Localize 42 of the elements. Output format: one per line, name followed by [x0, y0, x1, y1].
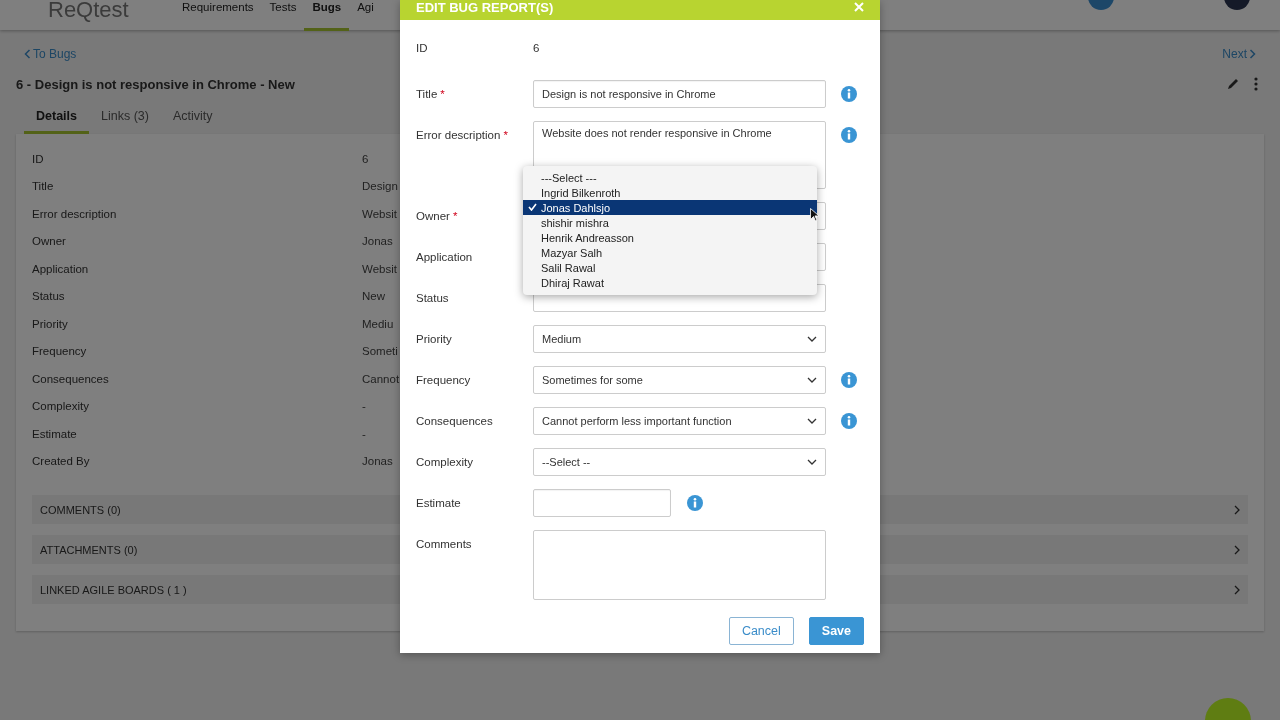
- detail-value: -: [362, 427, 366, 440]
- field-label: Application: [416, 250, 474, 265]
- field-label: Comments: [416, 537, 473, 552]
- detail-label: Application: [32, 262, 90, 275]
- field-label: ID: [416, 41, 429, 56]
- detail-label: Estimate: [32, 427, 78, 440]
- field-label: Priority: [416, 332, 453, 347]
- detail-label: Error description: [32, 207, 118, 220]
- detail-value: 6: [362, 152, 369, 165]
- detail-value: Design: [362, 180, 398, 193]
- detail-value: Websit: [362, 207, 397, 220]
- detail-value: Jonas: [362, 455, 393, 468]
- detail-label: Created By: [32, 455, 91, 468]
- detail-label: ID: [32, 152, 45, 165]
- dialog-title: EDIT BUG REPORT(S): [416, 0, 554, 15]
- detail-label: Priority: [32, 317, 69, 330]
- field-label: Estimate: [416, 496, 462, 511]
- field-label: Error description *: [416, 128, 509, 143]
- field-label: Title *: [416, 87, 446, 102]
- detail-label: Frequency: [32, 345, 88, 358]
- detail-value: Cannot: [362, 372, 400, 385]
- required-mark: *: [452, 210, 458, 222]
- detail-value: Someti: [362, 345, 398, 358]
- detail-label: Owner: [32, 235, 67, 248]
- detail-label: Complexity: [32, 400, 90, 413]
- detail-label: Status: [32, 290, 66, 303]
- detail-label: Consequences: [32, 372, 110, 385]
- detail-value: Jonas: [362, 235, 393, 248]
- detail-value: -: [362, 400, 366, 413]
- detail-value: Websit: [362, 262, 397, 275]
- detail-value: New: [362, 290, 385, 303]
- field-value: 6: [533, 41, 541, 56]
- bug-title: 6 - Design is not responsive in Chrome - New: [16, 76, 296, 92]
- detail-value: Mediu: [362, 317, 394, 330]
- app-logo: ReQtest: [48, 0, 130, 23]
- field-label: Frequency: [416, 373, 472, 388]
- field-label: Status: [416, 291, 450, 306]
- field-label: Consequences: [416, 414, 494, 429]
- required-mark: *: [440, 88, 445, 100]
- field-label: Complexity: [416, 455, 474, 470]
- required-mark: *: [503, 129, 508, 141]
- detail-label: Title: [32, 180, 55, 193]
